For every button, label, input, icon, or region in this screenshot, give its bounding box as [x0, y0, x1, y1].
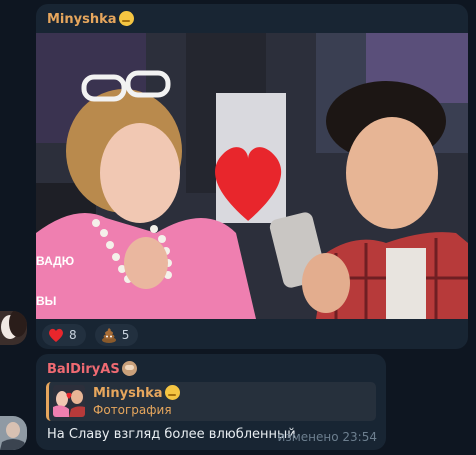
quoted-message[interactable]: Minyshka Фотография — [46, 382, 376, 421]
avatar-image — [0, 416, 27, 450]
reaction-count: 5 — [121, 328, 130, 342]
quoted-type-label: Фотография — [93, 403, 172, 417]
red-heart-icon — [49, 328, 63, 342]
message-text: На Славу взгляд более влюбленный — [47, 427, 296, 442]
photo-illustration: ВАДЮ ВЫ — [36, 33, 468, 319]
reaction-heart[interactable]: 8 — [42, 324, 86, 346]
quoted-photo-thumbnail — [53, 385, 85, 417]
reaction-poop[interactable]: 5 — [94, 324, 139, 346]
sender-name[interactable]: Minyshka — [47, 11, 134, 28]
message-photo[interactable]: ВАДЮ ВЫ — [36, 33, 468, 319]
message-time: 23:54 — [342, 430, 377, 444]
edited-label: изменено — [277, 430, 339, 444]
avatar-image — [0, 311, 27, 345]
quoted-author: Minyshka — [93, 385, 180, 402]
reaction-count: 8 — [69, 328, 77, 342]
reactions-bar: 8 5 — [42, 324, 142, 346]
photo-caption-fragment-1: ВАДЮ — [36, 254, 74, 268]
poop-emoji-icon — [101, 328, 116, 343]
sender-name[interactable]: BalDiryAS — [47, 361, 137, 378]
reply-message-bubble[interactable]: BalDiryAS Minyshka Фотография На Славу в… — [36, 354, 386, 450]
photo-message-bubble[interactable]: Minyshka ВАДЮ ВЫ 8 5 — [36, 4, 468, 349]
photo-caption-fragment-2: ВЫ — [36, 294, 56, 308]
sender-avatar[interactable] — [0, 416, 27, 450]
message-meta: изменено 23:54 — [278, 430, 377, 444]
sender-avatar[interactable] — [0, 311, 27, 345]
relieved-face-emoji-icon — [118, 11, 134, 26]
see-no-evil-monkey-icon — [121, 361, 137, 376]
relieved-face-emoji-icon — [164, 385, 180, 400]
